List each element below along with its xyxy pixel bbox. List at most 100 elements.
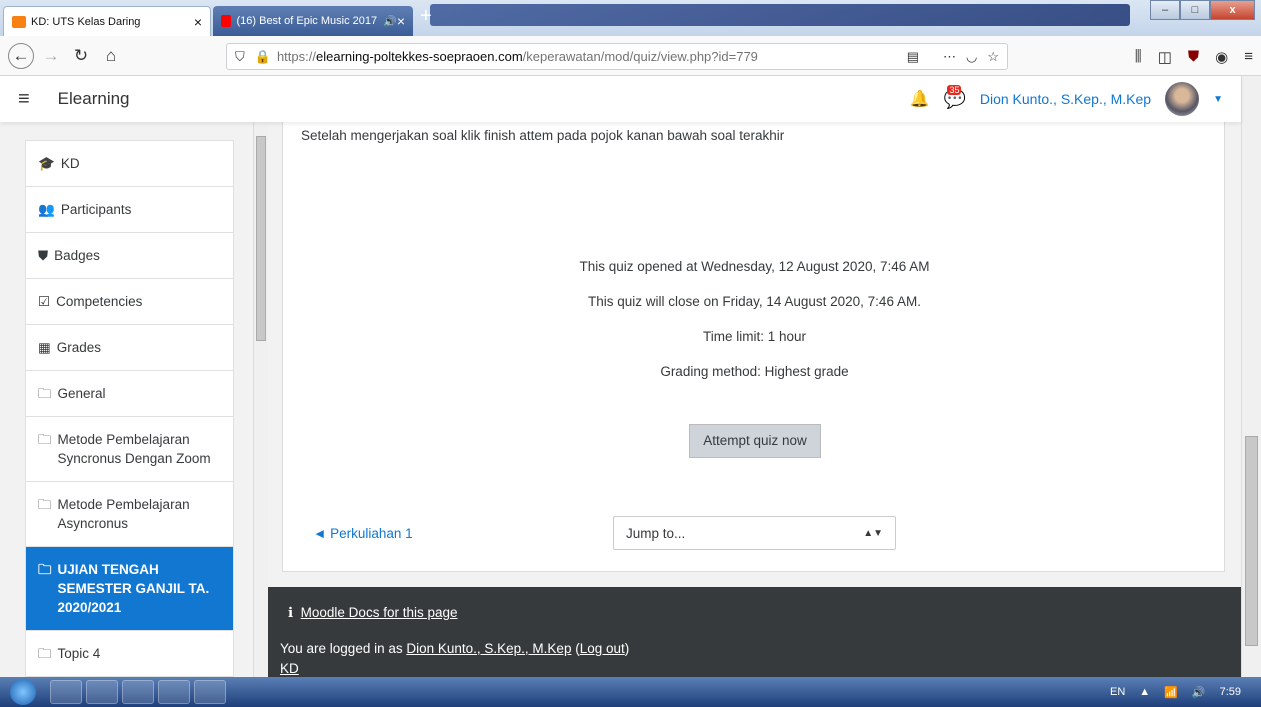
menu-icon[interactable]: ≡ <box>1244 48 1253 65</box>
hamburger-menu-icon[interactable]: ≡ <box>18 88 30 111</box>
chevron-down-icon[interactable]: ▼ <box>1213 94 1223 105</box>
nav-drawer: 🎓 KD 👥 Participants ⛊ Badges ☑ Competencies ▦ Gra… <box>0 122 268 677</box>
bell-icon[interactable]: 🔔 <box>910 89 930 109</box>
reload-icon[interactable]: ↻ <box>68 43 94 69</box>
quiz-grading-method: Grading method: Highest grade <box>660 364 849 379</box>
drawer-item[interactable]: 🎓 KD <box>25 140 234 187</box>
forward-icon[interactable]: → <box>38 43 64 69</box>
maximize-button[interactable]: □ <box>1180 0 1210 20</box>
table-icon: ▦ <box>38 340 51 355</box>
url-bar[interactable]: ⛉ 🔒 https:// elearning-poltekkes-soeprao… <box>226 43 1008 70</box>
select-arrows-icon: ▲▼ <box>863 527 883 539</box>
tab-moodle[interactable]: KD: UTS Kelas Daring × <box>3 6 211 36</box>
toolbar-icons: ⫼ ◫ ⛊ ◉ ≡ <box>1135 43 1253 70</box>
lock-icon[interactable]: 🔒 <box>255 49 271 65</box>
library-icon[interactable]: ⫼ <box>1135 48 1142 65</box>
network-icon[interactable]: 📶 <box>1164 686 1178 699</box>
word-taskbar-icon[interactable] <box>194 680 226 704</box>
sidebar-icon[interactable]: ◫ <box>1158 48 1172 66</box>
explorer-taskbar-icon[interactable] <box>86 680 118 704</box>
windows-logo-icon <box>10 679 36 705</box>
drawer-item[interactable]: ▦ Grades <box>25 325 234 371</box>
graduation-cap-icon: 🎓 <box>38 156 55 171</box>
profile-link[interactable]: Dion Kunto., S.Kep., M.Kep <box>406 641 571 656</box>
user-menu-name[interactable]: Dion Kunto., S.Kep., M.Kep <box>980 91 1151 107</box>
message-count-badge: 35 <box>947 84 962 95</box>
close-tab-icon[interactable]: × <box>194 14 202 30</box>
bookmark-star-icon[interactable]: ☆ <box>987 49 999 65</box>
url-path: /keperawatan/mod/quiz/view.php?id=779 <box>522 49 758 64</box>
url-prefix: https:// <box>276 49 316 64</box>
jump-to-select[interactable]: Jump to... ▲▼ <box>613 516 896 550</box>
header-user-area: 🔔 💬 35 Dion Kunto., S.Kep., M.Kep ▼ <box>910 82 1223 116</box>
drawer-list: 🎓 KD 👥 Participants ⛊ Badges ☑ Competencies ▦ Gra… <box>25 140 234 677</box>
home-icon[interactable]: ⌂ <box>98 43 124 69</box>
extension-icon[interactable]: ◉ <box>1215 48 1228 66</box>
back-icon[interactable]: ← <box>8 42 34 69</box>
drawer-item-label: Competencies <box>56 294 143 309</box>
start-button[interactable] <box>0 678 46 706</box>
site-brand[interactable]: Elearning <box>58 89 130 109</box>
clock[interactable]: 7:59 <box>1220 686 1241 698</box>
tab-bar: KD: UTS Kelas Daring × (16) Best of Epic… <box>0 0 1261 36</box>
tab-youtube[interactable]: (16) Best of Epic Music 2017 🔊 × <box>213 6 413 36</box>
drawer-item[interactable]: 🗀 UJIAN TENGAH SEMESTER GANJIL TA. 2020/2… <box>25 547 234 631</box>
quiz-close-text: This quiz will close on Friday, 14 Augus… <box>588 294 921 309</box>
minimize-button[interactable]: – <box>1150 0 1180 20</box>
url-actions: ▤ ⋯ ◡ ☆ <box>907 49 999 65</box>
drawer-item-label: Participants <box>60 202 132 217</box>
page-scroll-thumb[interactable] <box>1245 436 1258 646</box>
prev-activity-link[interactable]: ◄ Perkuliahan 1 <box>313 526 413 541</box>
quiz-opened-text: This quiz opened at Wednesday, 12 August… <box>579 259 930 274</box>
drawer-scroll-thumb[interactable] <box>256 136 266 341</box>
logout-link[interactable]: Log out <box>580 641 625 656</box>
drawer-item-label: Topic 4 <box>57 646 101 661</box>
page-actions-icon[interactable]: ⋯ <box>943 49 956 65</box>
tray-expand-icon[interactable]: ▲ <box>1139 686 1150 698</box>
firefox-taskbar-icon[interactable] <box>50 680 82 704</box>
quiz-instruction: Setelah mengerjakan soal klik finish att… <box>301 128 785 143</box>
page-scrollbar[interactable] <box>1241 76 1261 677</box>
tab-label: (16) Best of Epic Music 2017 <box>236 15 378 27</box>
drawer-item-label: KD <box>60 156 80 171</box>
speaker-icon[interactable]: 🔊 <box>383 15 397 28</box>
avatar[interactable] <box>1165 82 1200 116</box>
youtube-favicon-icon <box>221 15 232 27</box>
drawer-item[interactable]: 🗀 Metode Pembelajaran Syncronus Dengan Zo… <box>25 417 234 482</box>
quiz-card: Setelah mengerjakan soal klik finish att… <box>282 122 1225 572</box>
attempt-quiz-button[interactable]: Attempt quiz now <box>689 424 821 458</box>
ublock-icon[interactable]: ⛊ <box>1188 48 1199 65</box>
tracking-shield-icon[interactable]: ⛉ <box>235 49 245 65</box>
close-window-button[interactable]: x <box>1210 0 1255 20</box>
download-taskbar-icon[interactable] <box>158 680 190 704</box>
drawer-item[interactable]: ☑ Competencies <box>25 279 234 325</box>
footer-docs: ℹ Moodle Docs for this page <box>288 605 458 621</box>
drawer-item[interactable]: 🗀 Metode Pembelajaran Asyncronus <box>25 482 234 547</box>
page-footer: ℹ Moodle Docs for this page You are logg… <box>268 587 1241 677</box>
language-indicator[interactable]: EN <box>1110 686 1125 698</box>
course-home-link[interactable]: KD <box>280 661 299 676</box>
folder-icon: 🗀 <box>38 646 52 661</box>
pocket-icon[interactable]: ◡ <box>966 49 977 65</box>
close-tab-icon[interactable]: × <box>397 13 405 29</box>
drawer-scrollbar[interactable] <box>253 122 268 677</box>
reader-view-icon[interactable]: ▤ <box>907 49 919 65</box>
moodle-favicon-icon <box>12 15 26 28</box>
main-region: Setelah mengerjakan soal klik finish att… <box>268 122 1241 587</box>
message-icon[interactable]: 💬 35 <box>943 84 966 110</box>
browser-window: KD: UTS Kelas Daring × (16) Best of Epic… <box>0 0 1261 707</box>
volume-icon[interactable]: 🔊 <box>1192 686 1206 699</box>
drawer-item-label: Metode Pembelajaran Asyncronus <box>57 497 190 531</box>
info-icon: ℹ <box>288 605 294 620</box>
drawer-item[interactable]: 👥 Participants <box>25 187 234 233</box>
quiz-time-limit: Time limit: 1 hour <box>702 329 807 344</box>
drawer-item-label: Grades <box>56 340 102 355</box>
drawer-item[interactable]: ⛊ Badges <box>25 233 234 279</box>
drawer-item[interactable]: 🗀 General <box>25 371 234 417</box>
users-icon: 👥 <box>38 202 55 217</box>
new-tab-button[interactable]: + <box>420 5 432 28</box>
drawer-item[interactable]: 🗀 Topic 4 <box>25 631 234 677</box>
drawer-item-label: UJIAN TENGAH SEMESTER GANJIL TA. 2020/20… <box>57 562 210 615</box>
media-player-taskbar-icon[interactable] <box>122 680 154 704</box>
moodle-docs-link[interactable]: Moodle Docs for this page <box>301 605 458 620</box>
